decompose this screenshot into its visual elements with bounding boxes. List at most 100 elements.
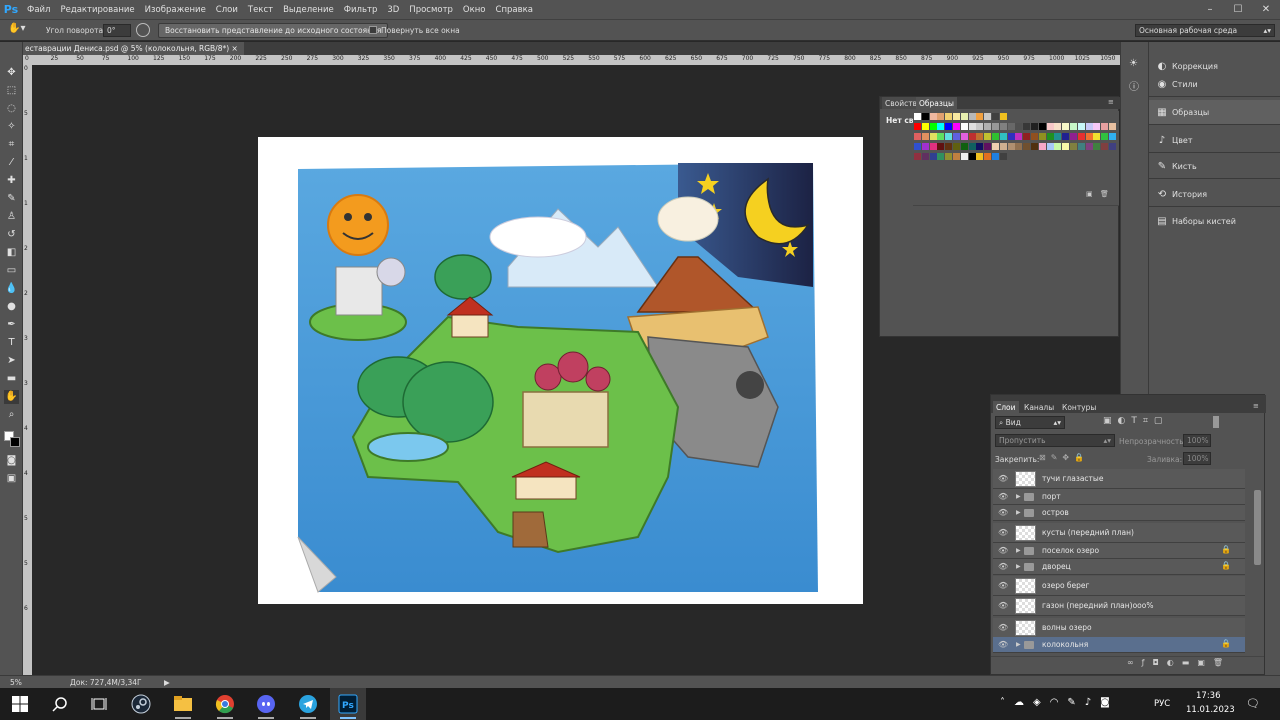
color-swatch[interactable] [1062, 133, 1070, 140]
clock-time[interactable]: 17:36 [1196, 691, 1221, 701]
rotate-view-tool-preset-icon[interactable]: ✋▾ [8, 23, 32, 38]
crop-tool-icon[interactable]: ⌗ [4, 138, 19, 152]
color-swatch[interactable] [1031, 133, 1038, 140]
color-swatch[interactable] [953, 133, 960, 140]
color-swatch[interactable] [1109, 133, 1116, 140]
screen-mode-icon[interactable]: ▣ [4, 472, 19, 486]
color-swatch[interactable] [968, 153, 976, 160]
maximize-button[interactable]: ☐ [1224, 0, 1252, 19]
layer-actions-bar[interactable]: ∞ƒ◘◐▬▣🗑 [1127, 658, 1231, 667]
color-swatch[interactable] [1031, 143, 1038, 150]
color-swatch[interactable] [921, 153, 929, 160]
color-swatch[interactable] [1109, 123, 1116, 130]
color-swatch[interactable] [1038, 133, 1046, 140]
color-swatch[interactable] [1015, 143, 1023, 150]
color-swatch[interactable] [945, 133, 953, 140]
zoom-tool-icon[interactable]: ⌕ [4, 408, 19, 422]
color-swatch[interactable] [914, 143, 921, 150]
color-swatch[interactable] [914, 113, 921, 120]
status-arrow-icon[interactable]: ▶ [164, 678, 170, 687]
language-indicator[interactable]: РУС [1154, 699, 1170, 709]
color-swatch[interactable] [1077, 133, 1085, 140]
color-swatch[interactable] [1109, 143, 1116, 150]
color-swatch[interactable] [1023, 143, 1031, 150]
magic-wand-tool-icon[interactable]: ✧ [4, 120, 19, 134]
color-swatch[interactable] [1062, 143, 1070, 150]
layer-row[interactable]: 👁 волны озеро [993, 618, 1245, 638]
color-swatch[interactable] [914, 123, 921, 130]
color-swatch[interactable] [953, 153, 960, 160]
color-swatch[interactable] [945, 153, 953, 160]
sun-adjust-icon[interactable]: ☀ [1129, 58, 1138, 69]
color-swatch[interactable] [953, 113, 960, 120]
fill-input[interactable]: 100% [1183, 452, 1211, 465]
close-window-button[interactable]: ✕ [1252, 0, 1280, 19]
panel-menu-icon[interactable]: ≡ [1108, 98, 1114, 106]
visibility-eye-icon[interactable]: 👁 [998, 492, 1008, 501]
menu-help[interactable]: Справка [491, 5, 538, 15]
color-swatch[interactable] [914, 133, 921, 140]
color-swatch[interactable] [1054, 133, 1062, 140]
color-swatch[interactable] [953, 143, 960, 150]
reset-view-button[interactable]: Восстановить представление до исходного … [158, 23, 389, 38]
menu-image[interactable]: Изображение [140, 5, 211, 15]
background-color-swatch[interactable] [10, 437, 20, 447]
path-selection-tool-icon[interactable]: ➤ [4, 354, 19, 368]
color-swatch[interactable] [1054, 143, 1062, 150]
visibility-eye-icon[interactable]: 👁 [998, 623, 1008, 632]
color-swatch[interactable] [1093, 133, 1101, 140]
search-icon[interactable] [42, 688, 78, 720]
color-swatch[interactable] [984, 123, 992, 130]
chrome-icon[interactable] [207, 688, 243, 720]
photoshop-icon[interactable]: Ps [330, 688, 366, 720]
color-swatch[interactable] [984, 143, 992, 150]
color-swatch[interactable] [1007, 143, 1015, 150]
menu-filter[interactable]: Фильтр [339, 5, 383, 15]
color-swatch[interactable] [929, 153, 937, 160]
visibility-eye-icon[interactable]: 👁 [998, 508, 1008, 517]
color-swatch[interactable] [976, 133, 984, 140]
color-swatch[interactable] [1046, 133, 1054, 140]
color-swatch[interactable] [1007, 133, 1015, 140]
color-swatch[interactable] [999, 143, 1007, 150]
menu-window[interactable]: Окно [458, 5, 491, 15]
color-swatch[interactable] [1077, 143, 1085, 150]
color-swatch[interactable] [945, 123, 953, 130]
marquee-tool-icon[interactable]: ⬚ [4, 84, 19, 98]
color-swatch[interactable] [992, 113, 999, 120]
color-swatch[interactable] [929, 113, 937, 120]
color-swatch[interactable] [960, 113, 968, 120]
color-swatch[interactable] [960, 123, 968, 130]
color-swatch[interactable] [968, 143, 976, 150]
filter-toggle[interactable] [1213, 416, 1219, 428]
layer-row[interactable]: 👁 ▶ поселок озеро 🔒 [993, 543, 1245, 559]
minimize-button[interactable]: – [1196, 0, 1224, 19]
dock-item-history[interactable]: ⟲ История [1149, 182, 1280, 206]
color-swatch[interactable] [914, 153, 921, 160]
color-swatch[interactable] [1101, 133, 1109, 140]
windows-start-icon[interactable] [2, 688, 38, 720]
lasso-tool-icon[interactable]: ◌ [4, 102, 19, 116]
color-swatch[interactable] [1031, 123, 1038, 130]
color-swatch[interactable] [1077, 123, 1085, 130]
menu-edit[interactable]: Редактирование [55, 5, 139, 15]
color-swatch[interactable] [1101, 123, 1109, 130]
color-swatch[interactable] [945, 143, 953, 150]
color-swatch[interactable] [929, 123, 937, 130]
visibility-eye-icon[interactable]: 👁 [998, 581, 1008, 590]
color-swatch[interactable] [999, 123, 1007, 130]
color-swatch[interactable] [1085, 123, 1093, 130]
gradient-tool-icon[interactable]: ▭ [4, 264, 19, 278]
history-brush-tool-icon[interactable]: ↺ [4, 228, 19, 242]
color-swatch[interactable] [1093, 123, 1101, 130]
color-swatch[interactable] [976, 143, 984, 150]
rotate-view-tool-icon[interactable]: ✋ [4, 390, 19, 404]
expand-group-icon[interactable]: ▶ [1016, 547, 1021, 554]
opacity-input[interactable]: 100% [1183, 434, 1211, 447]
color-swatch[interactable] [976, 153, 984, 160]
color-swatch[interactable] [1038, 123, 1046, 130]
task-view-icon[interactable] [81, 688, 117, 720]
color-swatch[interactable] [999, 153, 1007, 160]
color-swatch[interactable] [968, 133, 976, 140]
menu-view[interactable]: Просмотр [404, 5, 458, 15]
